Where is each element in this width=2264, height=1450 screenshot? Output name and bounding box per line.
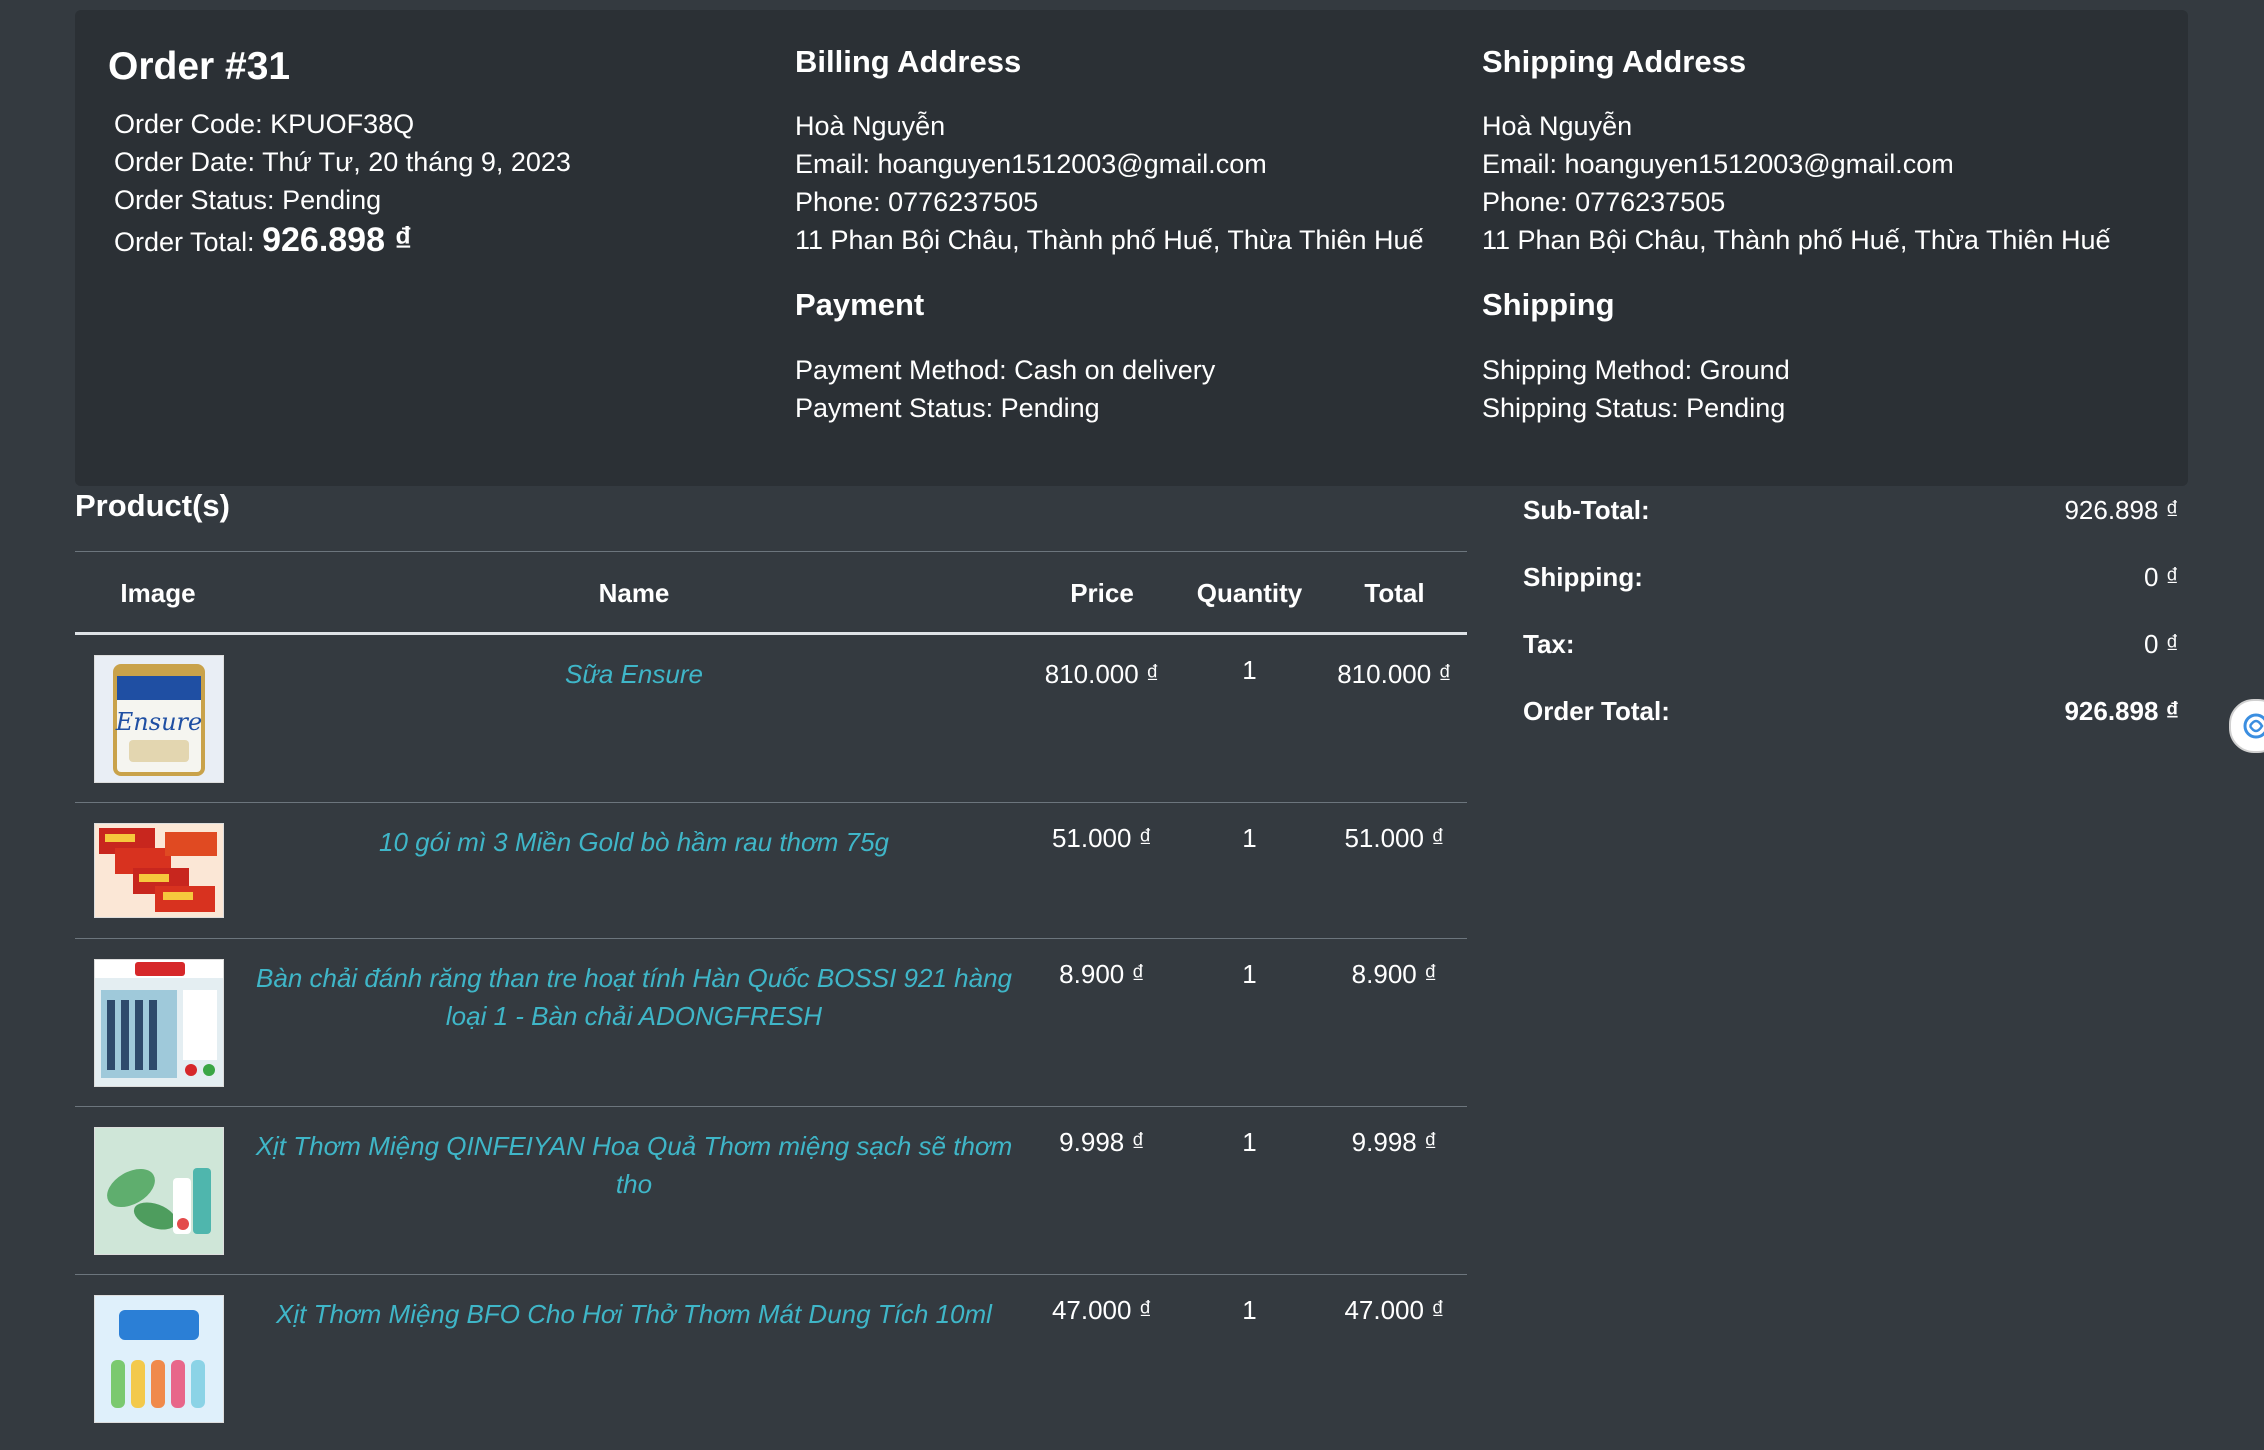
shipping-status: Shipping Status: Pending xyxy=(1482,393,1786,423)
billing-email: Email: hoanguyen1512003@gmail.com xyxy=(795,149,1267,179)
product-name-link[interactable]: Xịt Thơm Miệng BFO Cho Hơi Thở Thơm Mát … xyxy=(241,1295,1027,1333)
table-row: Ensure Sữa Ensure 810.000 ₫ 1 810.000 ₫ xyxy=(75,635,1467,803)
table-header: Image Name Price Quantity Total xyxy=(75,551,1467,635)
product-price: 8.900 ₫ xyxy=(1059,959,1145,989)
billing-name: Hoà Nguyễn xyxy=(795,111,946,141)
product-image-mouth-spray-colorful[interactable] xyxy=(94,1295,224,1423)
payment-method: Payment Method: Cash on delivery xyxy=(795,355,1216,385)
order-total-label: Order Total: xyxy=(114,227,255,257)
order-total-value: 926.898 ₫ xyxy=(262,221,412,259)
payment-status: Payment Status: Pending xyxy=(795,393,1100,423)
subtotal-label: Sub-Total: xyxy=(1523,495,1650,525)
product-price: 47.000 ₫ xyxy=(1051,1295,1153,1325)
shipping-method: Shipping Method: Ground xyxy=(1482,355,1790,385)
shipping-row: Shipping: 0 ₫ xyxy=(1523,562,2179,629)
product-name-link[interactable]: Sữa Ensure xyxy=(241,655,1027,693)
svg-text:Ensure: Ensure xyxy=(115,708,202,736)
payment-title: Payment xyxy=(795,287,925,322)
summary-total-value: 926.898 ₫ xyxy=(2064,696,2179,726)
product-price: 810.000 ₫ xyxy=(1044,659,1160,689)
order-status: Order Status: Pending xyxy=(114,185,382,215)
header-total: Total xyxy=(1364,578,1425,608)
header-name: Name xyxy=(598,578,670,608)
order-code: Order Code: KPUOF38Q xyxy=(114,109,415,139)
table-row: Xịt Thơm Miệng QINFEIYAN Hoa Quả Thơm mi… xyxy=(75,1107,1467,1275)
product-image-ensure[interactable]: Ensure xyxy=(94,655,224,783)
shipping-title: Shipping xyxy=(1482,287,1615,322)
products-table: Image Name Price Quantity Total Ensure S… xyxy=(75,551,1467,1442)
product-total: 810.000 ₫ xyxy=(1337,659,1452,689)
product-price: 9.998 ₫ xyxy=(1059,1127,1145,1157)
header-quantity: Quantity xyxy=(1196,578,1303,608)
products-title: Product(s) xyxy=(75,488,230,523)
shipping-phone: Phone: 0776237505 xyxy=(1482,187,1726,217)
summary-total-label: Order Total: xyxy=(1523,696,1670,726)
header-price: Price xyxy=(1070,578,1134,608)
shipping-address-line: 11 Phan Bội Châu, Thành phố Huế, Thừa Th… xyxy=(1482,225,2111,255)
table-row: Xịt Thơm Miệng BFO Cho Hơi Thở Thơm Mát … xyxy=(75,1275,1467,1442)
table-row: 10 gói mì 3 Miền Gold bò hầm rau thơm 75… xyxy=(75,803,1467,939)
product-image-mouth-spray-green[interactable] xyxy=(94,1127,224,1255)
product-image-noodles[interactable] xyxy=(94,823,224,918)
billing-address: 11 Phan Bội Châu, Thành phố Huế, Thừa Th… xyxy=(795,225,1424,255)
order-total: Order Total: 926.898 ₫ xyxy=(114,221,412,260)
subtotal-row: Sub-Total: 926.898 ₫ xyxy=(1523,495,2179,562)
order-info-card: Order #31 Order Code: KPUOF38Q Order Dat… xyxy=(75,10,2188,486)
product-price: 51.000 ₫ xyxy=(1051,823,1153,853)
billing-phone: Phone: 0776237505 xyxy=(795,187,1039,217)
product-name-link[interactable]: Bàn chải đánh răng than tre hoạt tính Hà… xyxy=(241,959,1027,1035)
order-date: Order Date: Thứ Tư, 20 tháng 9, 2023 xyxy=(114,147,571,177)
product-total: 47.000 ₫ xyxy=(1344,1295,1445,1325)
order-total-row: Order Total: 926.898 ₫ xyxy=(1523,696,2179,763)
subtotal-value: 926.898 ₫ xyxy=(2064,495,2179,525)
product-quantity: 1 xyxy=(1242,655,1257,685)
product-quantity: 1 xyxy=(1242,1127,1257,1157)
table-row: Bàn chải đánh răng than tre hoạt tính Hà… xyxy=(75,939,1467,1107)
product-total: 9.998 ₫ xyxy=(1351,1127,1438,1157)
tax-value: 0 ₫ xyxy=(2143,629,2179,659)
tax-label: Tax: xyxy=(1523,629,1575,659)
shipping-value: 0 ₫ xyxy=(2143,562,2179,592)
billing-title: Billing Address xyxy=(795,44,1022,79)
order-summary: Sub-Total: 926.898 ₫ Shipping: 0 ₫ Tax: … xyxy=(1523,495,2179,763)
shipping-name: Hoà Nguyễn xyxy=(1482,111,1633,141)
product-total: 8.900 ₫ xyxy=(1351,959,1438,989)
product-name-link[interactable]: Xịt Thơm Miệng QINFEIYAN Hoa Quả Thơm mi… xyxy=(241,1127,1027,1203)
assistant-floating-button[interactable] xyxy=(2229,699,2264,753)
product-image-toothbrush[interactable] xyxy=(94,959,224,1087)
product-quantity: 1 xyxy=(1242,1295,1257,1325)
shipping-address-title: Shipping Address xyxy=(1482,44,1747,79)
tax-row: Tax: 0 ₫ xyxy=(1523,629,2179,696)
shipping-email: Email: hoanguyen1512003@gmail.com xyxy=(1482,149,1954,179)
order-title: Order #31 xyxy=(108,45,291,88)
product-name-link[interactable]: 10 gói mì 3 Miền Gold bò hầm rau thơm 75… xyxy=(241,823,1027,861)
header-image: Image xyxy=(120,578,196,608)
shipping-label: Shipping: xyxy=(1523,562,1643,592)
product-quantity: 1 xyxy=(1242,959,1257,989)
product-quantity: 1 xyxy=(1242,823,1257,853)
product-total: 51.000 ₫ xyxy=(1344,823,1445,853)
